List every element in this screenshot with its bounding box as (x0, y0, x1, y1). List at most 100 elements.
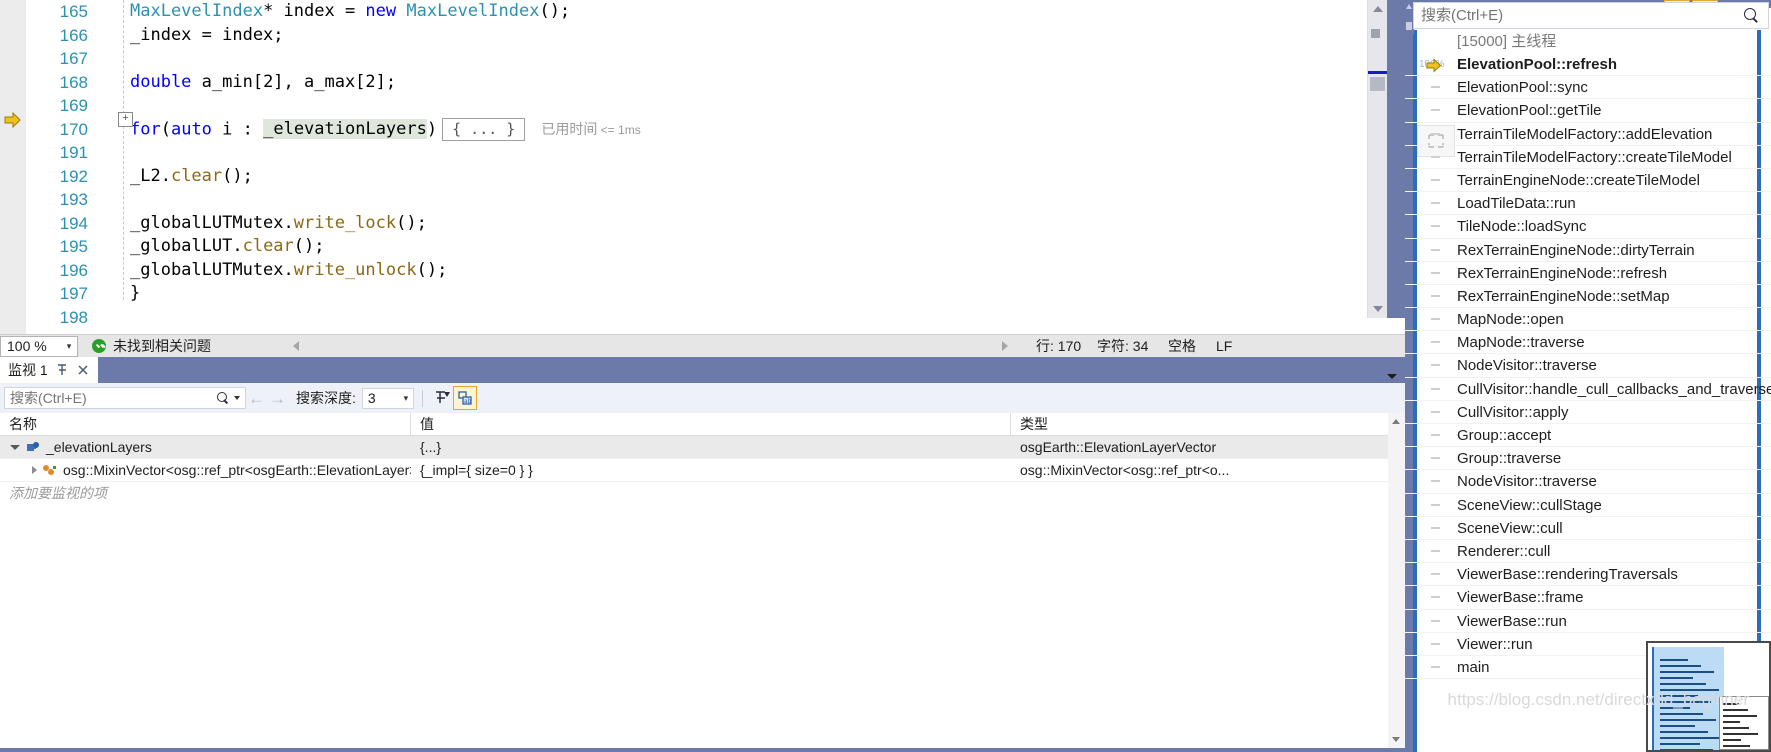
column-header-name[interactable]: 名称 (0, 413, 411, 435)
callstack-frame[interactable]: ElevationPool::refresh (1405, 53, 1771, 77)
callstack-frame[interactable]: CullVisitor::apply (1405, 401, 1771, 424)
callstack-frame[interactable]: MapNode::traverse (1405, 331, 1771, 355)
zoom-level-combobox[interactable]: 100 % ▾ (0, 335, 78, 357)
code-line[interactable]: 194 _globalLUTMutex.write_lock(); (26, 212, 1405, 236)
watch-name-cell[interactable]: _elevationLayers (0, 436, 411, 458)
watch-name-cell[interactable]: osg::MixinVector<osg::ref_ptr<osgEarth::… (0, 459, 411, 481)
editor-vertical-scrollbar[interactable] (1367, 0, 1387, 318)
callstack-frame[interactable]: CullVisitor::handle_cull_callbacks_and_t… (1405, 378, 1771, 401)
code-line[interactable]: 168 double a_min[2], a_max[2]; (26, 71, 1405, 95)
callstack-frame-label: LoadTileData::run (1457, 195, 1576, 213)
callstack-list[interactable]: [15000] 主线程 100% ElevationPool::refreshE… (1405, 30, 1771, 752)
search-options-chevron-icon[interactable] (234, 396, 240, 400)
callstack-search-box[interactable] (1413, 2, 1769, 29)
callstack-frame[interactable]: TerrainEngineNode::createTileModel (1405, 169, 1771, 193)
code-line[interactable]: 191 (26, 141, 1405, 165)
current-frame-arrow-icon (1426, 57, 1442, 73)
watch-tab-overflow-chevron-icon[interactable] (1387, 374, 1397, 379)
tab-watch-1[interactable]: 监视 1 (0, 357, 98, 383)
line-number: 167 (59, 49, 88, 68)
code-line[interactable]: 169 (26, 94, 1405, 118)
callstack-frame[interactable]: ViewerBase::run (1405, 610, 1771, 633)
callstack-frame[interactable]: Group::accept (1405, 424, 1771, 448)
watch-grid-scrollbar[interactable] (1388, 413, 1405, 748)
column-header-type[interactable]: 类型 (1011, 413, 1388, 435)
callstack-frame[interactable]: ElevationPool::sync (1405, 76, 1771, 100)
search-next-button[interactable]: → (269, 390, 286, 407)
callstack-frame[interactable]: LoadTileData::run (1405, 192, 1771, 216)
code-editor[interactable]: 165 MaxLevelIndex* index = new MaxLevelIn… (0, 0, 1405, 334)
code-line[interactable]: 193 (26, 188, 1405, 212)
search-prev-button[interactable]: ← (248, 390, 265, 407)
chevron-right-icon[interactable] (32, 466, 37, 474)
table-row[interactable]: _elevationLayers {...} osgEarth::Elevation… (0, 436, 1405, 459)
callstack-frame[interactable]: NodeVisitor::traverse (1405, 470, 1771, 494)
callstack-frame[interactable]: ViewerBase::renderingTraversals (1405, 563, 1771, 587)
watch-search-input[interactable] (5, 389, 217, 407)
chevron-down-icon[interactable] (10, 444, 20, 450)
hex-display-toggle-icon[interactable]: ab (452, 386, 477, 410)
watch-value-cell[interactable]: {_impl={ size=0 } } (411, 459, 1011, 481)
callstack-frame[interactable]: ElevationPool::getTile (1405, 99, 1771, 123)
table-row[interactable]: osg::MixinVector<osg::ref_ptr<osgEarth::… (0, 459, 1405, 482)
callstack-frame[interactable]: NodeVisitor::traverse (1405, 354, 1771, 378)
callstack-frame[interactable]: RexTerrainEngineNode::setMap (1405, 285, 1771, 309)
breakpoint-gutter[interactable] (0, 0, 26, 334)
callstack-frame[interactable]: SceneView::cull (1405, 517, 1771, 540)
frame-tick-marker (1431, 294, 1440, 297)
watch-grid[interactable]: 名称 值 类型 _elevationLayers {...} osgEarth::E… (0, 413, 1405, 748)
callstack-frame[interactable]: RexTerrainEngineNode::dirtyTerrain (1405, 239, 1771, 262)
callstack-frame-label: Viewer::run (1457, 635, 1533, 653)
pin-icon[interactable] (55, 363, 69, 377)
watch-grid-body[interactable]: _elevationLayers {...} osgEarth::Elevation… (0, 436, 1405, 482)
grid-scroll-down-icon[interactable] (1392, 737, 1400, 742)
line-number: 166 (59, 25, 88, 45)
code-line[interactable]: 192 _L2.clear(); (26, 165, 1405, 189)
code-line[interactable]: 196 _globalLUTMutex.write_unlock(); (26, 259, 1405, 283)
code-line[interactable]: 195 _globalLUT.clear(); (26, 235, 1405, 259)
scroll-up-button[interactable] (1368, 0, 1387, 18)
outline-collapse-toggle[interactable]: + (118, 112, 133, 127)
watch-value-cell[interactable]: {...} (411, 436, 1011, 458)
callstack-frame[interactable]: SceneView::cullStage (1405, 494, 1771, 517)
code-line[interactable]: 198 (26, 306, 1405, 330)
callstack-frame[interactable]: TerrainTileModelFactory::createTileModel (1405, 146, 1771, 169)
code-line-text: _globalLUTMutex.write_lock(); (130, 212, 427, 233)
watch-tab-label: 监视 1 (8, 362, 48, 378)
caret-column-indicator: 字符: 34 (1097, 338, 1149, 354)
collapsed-block-placeholder[interactable]: { ... } (442, 117, 526, 141)
callstack-frame[interactable]: Group::traverse (1405, 447, 1771, 471)
filter-pin-icon[interactable] (431, 387, 453, 409)
code-text-area[interactable]: 165 MaxLevelIndex* index = new MaxLevelIn… (26, 0, 1405, 334)
search-depth-value: 3 (367, 390, 376, 406)
add-watch-item-row[interactable]: 添加要监视的项 (0, 482, 1405, 504)
callstack-frame[interactable]: MapNode::open (1405, 308, 1771, 332)
callstack-frame[interactable]: ViewerBase::frame (1405, 586, 1771, 610)
line-number: 169 (59, 96, 88, 115)
code-line[interactable]: 197} (26, 282, 1405, 306)
callstack-frame[interactable]: Renderer::cull (1405, 540, 1771, 564)
code-line[interactable]: 170 for(auto i : _elevationLayers){ ... }… (26, 117, 1405, 142)
callstack-rows[interactable]: ElevationPool::refresh ElevationPool::syn… (1405, 53, 1771, 680)
scroll-down-button[interactable] (1368, 300, 1387, 318)
grid-scroll-up-icon[interactable] (1392, 419, 1400, 424)
callstack-thread-header-partial: [15000] 主线程 (1457, 33, 1557, 50)
callstack-search-input[interactable] (1414, 6, 1744, 25)
code-line[interactable]: 165 MaxLevelIndex* index = new MaxLevelIn… (26, 0, 1405, 24)
callstack-frame-label: SceneView::cullStage (1457, 496, 1602, 514)
column-header-value[interactable]: 值 (411, 413, 1011, 435)
callstack-frame[interactable]: TerrainTileModelFactory::addElevation (1405, 123, 1771, 146)
watch-search-box[interactable] (4, 387, 246, 409)
zoom-level-value: 100 % (7, 338, 47, 354)
search-depth-combobox[interactable]: 3 ▾ (361, 387, 414, 409)
callstack-frame[interactable]: RexTerrainEngineNode::refresh (1405, 262, 1771, 285)
code-line[interactable]: 167 (26, 47, 1405, 71)
callstack-frame-label: SceneView::cull (1457, 519, 1563, 537)
status-next-arrow-icon[interactable] (1002, 341, 1008, 351)
callstack-frame[interactable]: TileNode::loadSync (1405, 215, 1771, 239)
scrollbar-thumb[interactable] (1370, 77, 1385, 91)
code-line[interactable]: 166 _index = index; (26, 24, 1405, 48)
code-line-text: _globalLUTMutex.write_unlock(); (130, 259, 448, 280)
close-icon[interactable] (76, 363, 90, 377)
status-prev-arrow-icon[interactable] (293, 341, 299, 351)
